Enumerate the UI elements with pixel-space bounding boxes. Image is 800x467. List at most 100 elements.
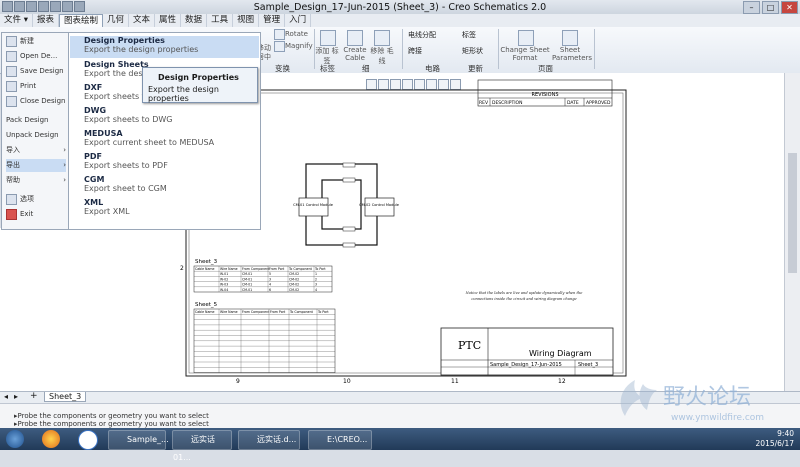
create-cable-button[interactable]: Create Cable	[342, 46, 368, 62]
add-sheet-icon[interactable]: +	[30, 391, 38, 401]
tab-properties[interactable]: 属性	[155, 14, 182, 27]
tab-data[interactable]: 数据	[181, 14, 208, 27]
grid-label-11: 11	[451, 378, 459, 385]
tab-getting-started[interactable]: 入门	[285, 14, 312, 27]
menu-export[interactable]: 导出 ›	[6, 159, 66, 172]
change-sheet-format-button[interactable]: Change Sheet Format	[500, 46, 550, 62]
menu-pack-design[interactable]: Pack Design	[6, 114, 66, 127]
tab-text[interactable]: 文本	[129, 14, 156, 27]
tab-diagram[interactable]: 图表绘制	[58, 14, 103, 27]
table-header-cell: Cable Name	[195, 310, 215, 314]
browser-icon[interactable]	[42, 430, 60, 448]
rev-col-rev: REV	[479, 100, 489, 106]
tab-reports[interactable]: 报表	[33, 14, 59, 27]
table-header-cell: From Port	[270, 310, 286, 314]
tab-view[interactable]: 视图	[233, 14, 260, 27]
table-header-cell: Wire Name	[220, 267, 238, 271]
menu-new[interactable]: 新建	[6, 35, 66, 48]
vertical-scrollbar[interactable]	[784, 73, 800, 391]
table-header-cell: To Port	[314, 267, 326, 271]
table-header-cell: Cable Name	[195, 267, 215, 271]
table-cell: CM-01	[242, 277, 252, 281]
table-cell: CM-02	[289, 277, 299, 281]
taskbar-item-word1[interactable]: 远实话01...	[172, 430, 232, 462]
ribbon-tabs: 文件 ▾ 报表 图表绘制 几何 文本 属性 数据 工具 视图 管理 入门	[0, 14, 800, 28]
drawing-note: Notice that the labels are live and upda…	[465, 291, 583, 301]
table-cell: CM-01	[242, 272, 252, 276]
table-header-cell: To Component	[288, 267, 313, 271]
menu-help[interactable]: 帮助 ›	[6, 174, 66, 187]
next-sheet-icon[interactable]: ▸	[14, 392, 18, 401]
export-dwg[interactable]: DWG Export sheets to DWG	[70, 106, 259, 128]
menu-open-design[interactable]: Open De...	[6, 50, 66, 63]
export-medusa[interactable]: MEDUSA Export current sheet to MEDUSA	[70, 129, 259, 151]
export-pdf[interactable]: PDF Export sheets to PDF	[70, 152, 259, 174]
menu-save-design[interactable]: Save Design	[6, 65, 66, 78]
taskbar-item-explorer[interactable]: E:\CREO...	[308, 430, 372, 450]
grid-label-left-2: 2	[180, 265, 184, 272]
rev-col-desc: DESCRIPTION	[492, 100, 522, 106]
table-cell: CM-02	[289, 288, 299, 292]
menu-options[interactable]: 选项	[6, 193, 66, 206]
jumper-button[interactable]: 跨接	[408, 46, 422, 56]
table-cell: CM-02	[289, 272, 299, 276]
sheet-parameters-button[interactable]: Sheet Parameters	[552, 46, 592, 62]
table-header-cell: From Component	[242, 267, 270, 271]
rotate-button[interactable]: Rotate	[285, 30, 308, 38]
export-design-properties[interactable]: Design Properties Export the design prope…	[70, 36, 259, 58]
remove-wire-icon	[374, 30, 390, 46]
table-cell: 6	[269, 288, 271, 292]
table-header-cell: From Port	[269, 267, 285, 271]
remove-wire-button[interactable]: 移除 毛线	[369, 46, 395, 66]
rev-col-date: DATE	[567, 100, 579, 106]
menu-print[interactable]: Print	[6, 80, 66, 93]
tab-manage[interactable]: 管理	[259, 14, 286, 27]
taskbar-item-creo[interactable]: Sample_...	[108, 430, 169, 450]
table-cell: W-04	[220, 288, 228, 292]
rectangle-button[interactable]: 矩形状	[462, 46, 483, 56]
window-controls[interactable]: – □ ✕	[743, 1, 798, 14]
minimize-button[interactable]: –	[743, 1, 760, 14]
close-button[interactable]: ✕	[781, 1, 798, 14]
control-module-2[interactable]	[364, 197, 395, 217]
menu-close-design[interactable]: Close Design	[6, 95, 66, 108]
tooltip-title: Design Properties	[158, 73, 239, 82]
tab-geometry[interactable]: 几何	[103, 14, 130, 27]
message-line-1: ▸Probe the components or geometry you wa…	[14, 412, 209, 420]
start-button[interactable]	[6, 430, 24, 448]
sheet3-wire-table: Cable Name Wire NameW-01W-02 W-03W-04 From …	[193, 265, 333, 293]
prev-sheet-icon[interactable]: ◂	[4, 392, 8, 401]
table1-title: Sheet_3	[195, 259, 218, 265]
maximize-button[interactable]: □	[762, 1, 779, 14]
menu-unpack-design[interactable]: Unpack Design	[6, 129, 66, 142]
table-cell: W-01	[220, 272, 228, 276]
table-cell: 2	[315, 277, 317, 281]
magnify-icon	[274, 41, 285, 52]
magnify-button[interactable]: Magnify	[285, 42, 313, 50]
label-button[interactable]: 标签	[462, 30, 476, 40]
table-cell: CM-01	[242, 288, 252, 292]
table-cell: 4	[269, 283, 271, 287]
export-xml[interactable]: XML Export XML	[70, 198, 259, 220]
tab-tools[interactable]: 工具	[207, 14, 234, 27]
tab-file[interactable]: 文件 ▾	[0, 14, 33, 27]
rev-col-approved: APPROVED	[586, 100, 611, 106]
app-s-icon[interactable]	[78, 430, 98, 450]
wire-assign-button[interactable]: 电线分配	[408, 30, 436, 40]
control-module-1[interactable]	[298, 197, 329, 217]
grid-label-12: 12	[558, 378, 566, 385]
title-block-sheet: Sheet_3	[578, 362, 598, 368]
title-block-design: Sample_Design_17-Jun-2015	[490, 362, 562, 368]
taskbar-item-word2[interactable]: 远实话.d...	[238, 430, 300, 450]
table-header-cell: From Component	[242, 310, 270, 314]
message-line-2: ▸Probe the components or geometry you wa…	[14, 420, 209, 428]
table-cell: W-02	[220, 277, 228, 281]
menu-import[interactable]: 导入 ›	[6, 144, 66, 157]
export-cgm[interactable]: CGM Export sheet to CGM	[70, 175, 259, 197]
menu-exit[interactable]: Exit	[6, 208, 66, 221]
table-cell: W-03	[220, 283, 228, 287]
table-cell: 4	[315, 288, 317, 292]
add-label-icon	[320, 30, 336, 46]
system-clock[interactable]: 9:40 2015/6/17	[756, 429, 794, 449]
sheet-tab[interactable]: Sheet_3	[44, 392, 87, 402]
